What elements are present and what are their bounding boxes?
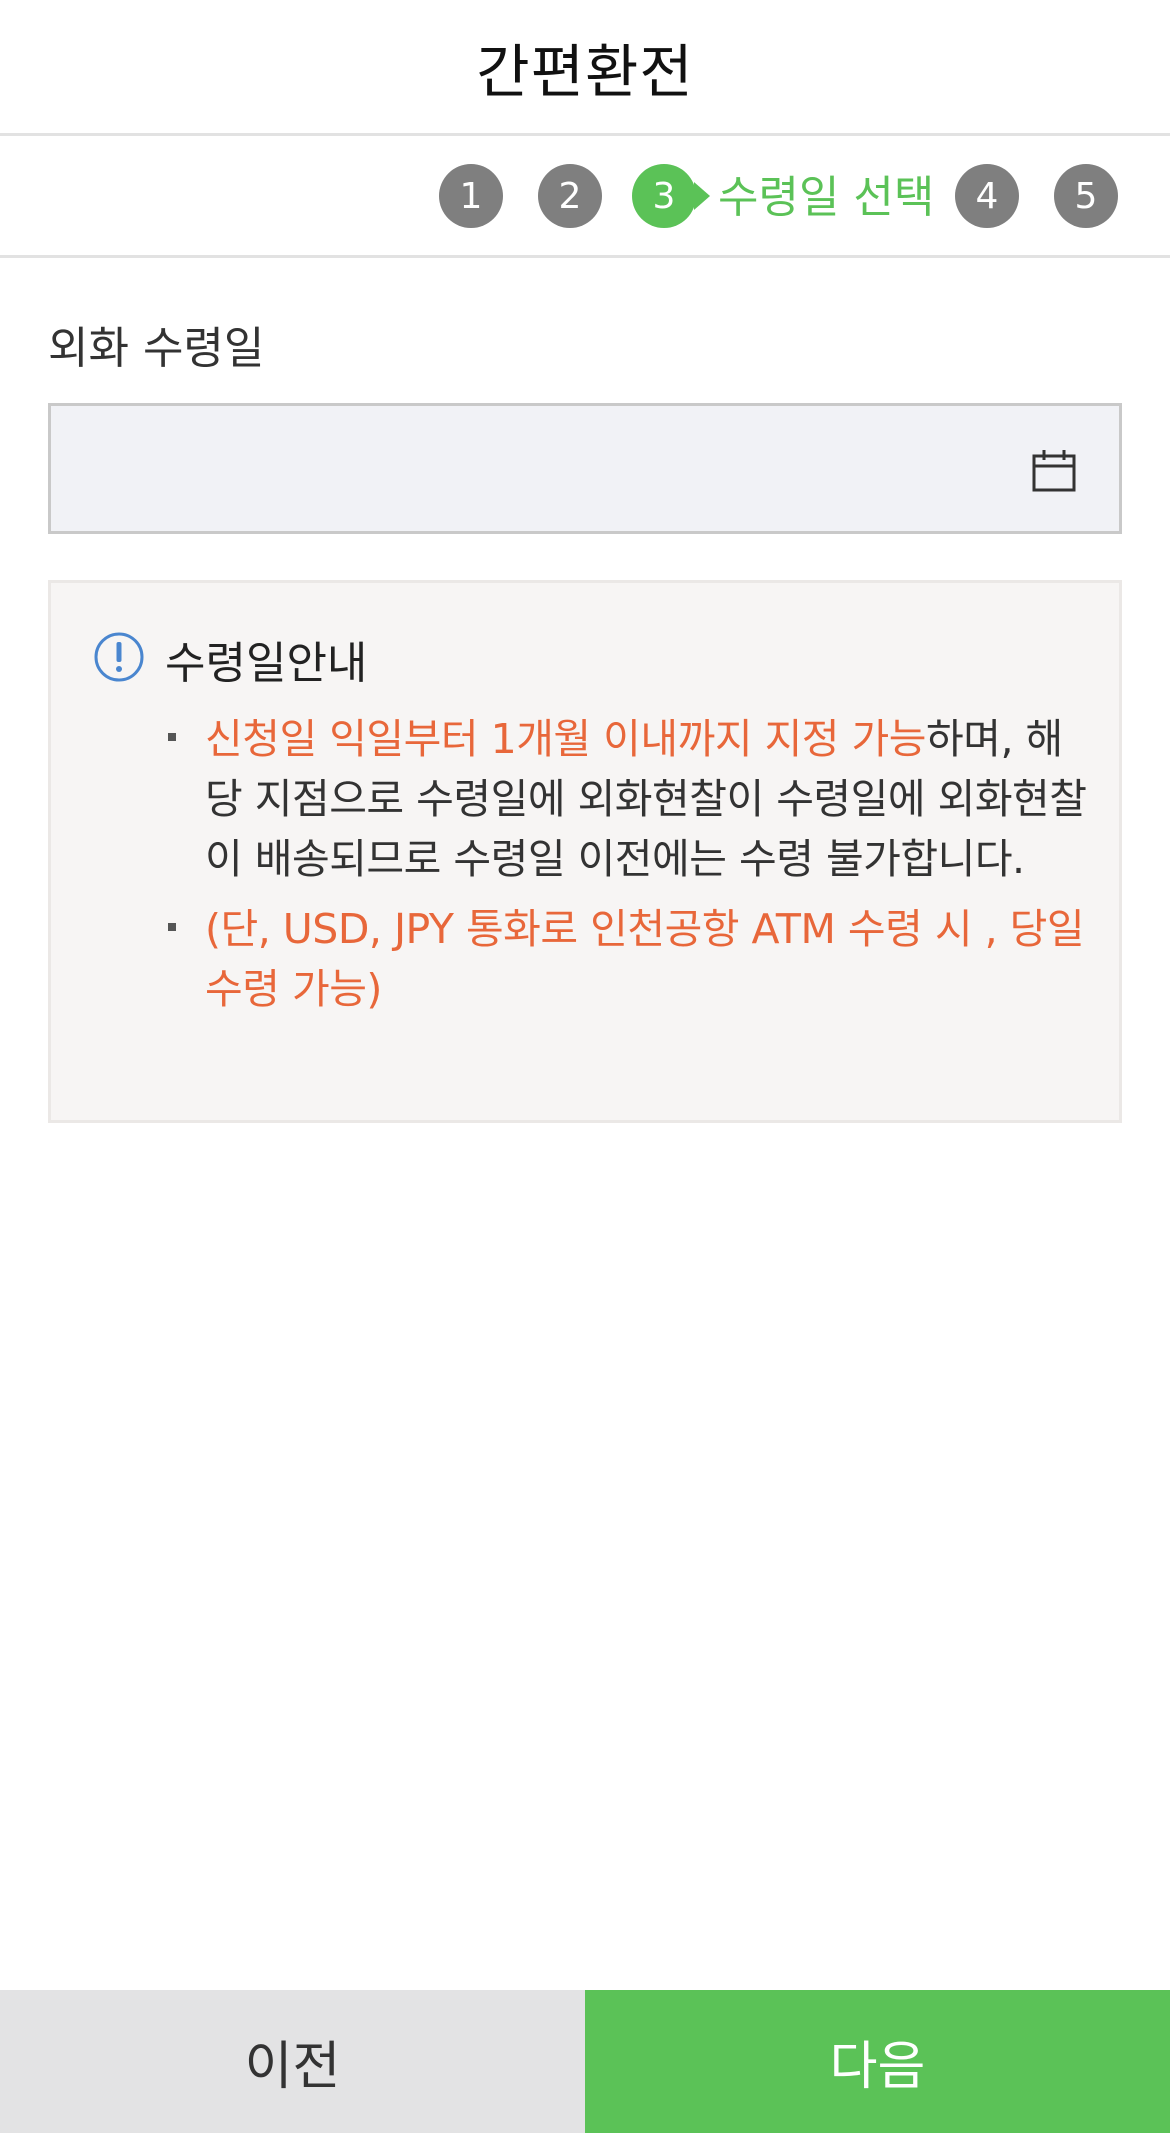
receive-date-label: 외화 수령일 (48, 323, 265, 374)
bottom-button-bar: 이전 다음 (0, 1990, 1170, 2133)
calendar-icon[interactable] (1031, 448, 1077, 494)
step-2: 2 (538, 164, 602, 228)
receive-date-field[interactable] (48, 403, 1122, 534)
notice-list: 신청일 익일부터 1개월 이내까지 지정 가능하며, 해당 지점으로 수령일에 … (168, 709, 1095, 1029)
notice-title: 수령일안내 (165, 638, 368, 689)
step-1: 1 (439, 164, 503, 228)
page-title: 간편환전 (476, 37, 694, 106)
notice-item-highlight: 신청일 익일부터 1개월 이내까지 지정 가능 (205, 715, 927, 763)
step-4: 4 (955, 164, 1019, 228)
notice-item-highlight: (단, USD, JPY 통화로 인천공항 ATM 수령 시 , 당일 수령 가… (205, 905, 1085, 1013)
receive-date-input[interactable] (51, 406, 1119, 531)
active-step-label: 수령일 선택 (718, 172, 935, 223)
next-button[interactable]: 다음 (585, 1990, 1170, 2133)
notice-item: 신청일 익일부터 1개월 이내까지 지정 가능하며, 해당 지점으로 수령일에 … (168, 709, 1095, 889)
receive-date-notice: 수령일안내 신청일 익일부터 1개월 이내까지 지정 가능하며, 해당 지점으로… (48, 580, 1122, 1123)
step-3-active: 3 (632, 164, 710, 228)
step-indicator: 1 2 3 수령일 선택 4 5 (0, 136, 1170, 258)
notice-item: (단, USD, JPY 통화로 인천공항 ATM 수령 시 , 당일 수령 가… (168, 899, 1095, 1019)
step-5: 5 (1054, 164, 1118, 228)
app-header: 간편환전 (0, 0, 1170, 136)
exclamation-circle-icon (94, 632, 144, 682)
prev-button[interactable]: 이전 (0, 1990, 585, 2133)
